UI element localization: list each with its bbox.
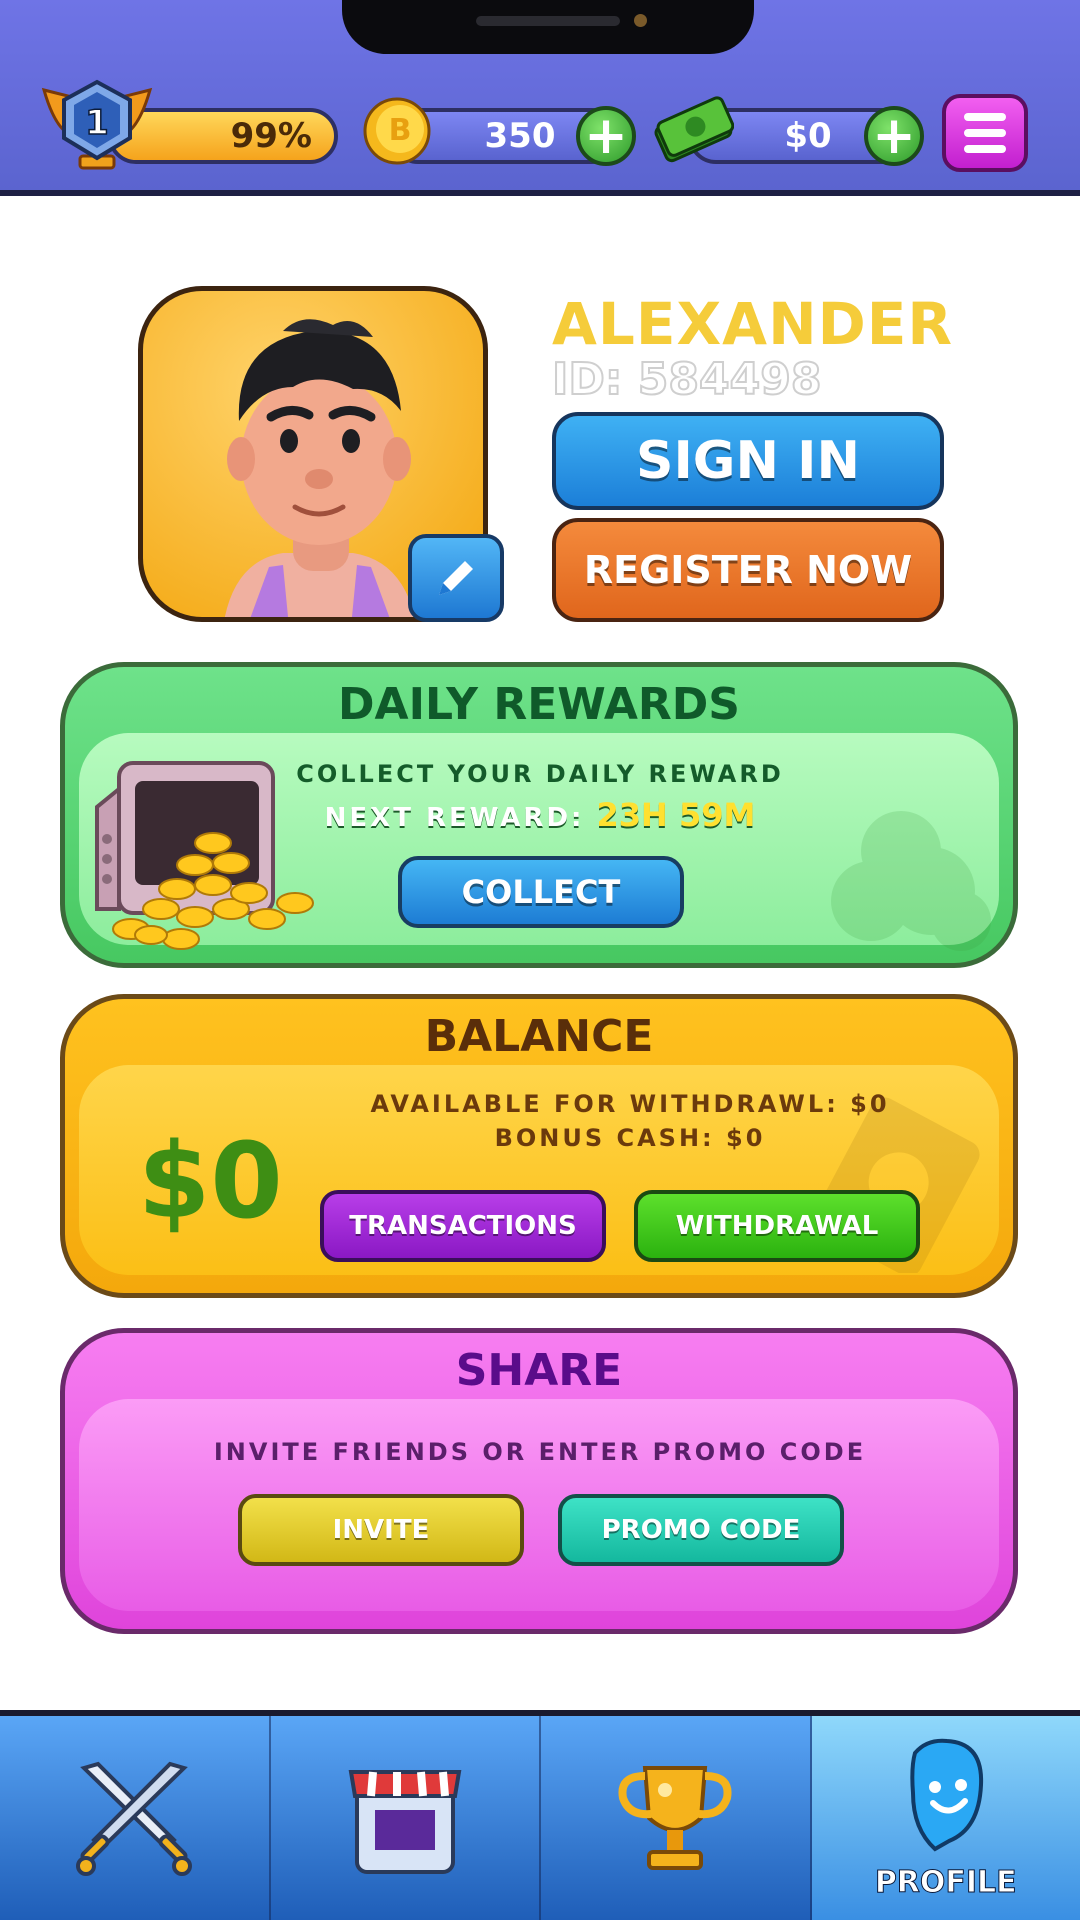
transactions-button[interactable]: TRANSACTIONS [320, 1190, 606, 1262]
trophy-icon [618, 1766, 732, 1870]
bottom-navigation: PROFILE [0, 1710, 1080, 1920]
daily-reward-description: COLLECT YOUR DAILY REWARD [296, 760, 784, 788]
add-cash-button[interactable]: + [864, 106, 924, 166]
collect-button[interactable]: COLLECT [398, 856, 684, 928]
plus-icon: + [584, 106, 628, 166]
nav-battle[interactable] [0, 1716, 271, 1920]
plus-icon: + [872, 106, 916, 166]
level-progress-value: 99% [230, 116, 312, 156]
withdrawal-button[interactable]: WITHDRAWAL [634, 1190, 920, 1262]
menu-button[interactable] [942, 94, 1028, 172]
player-id: ID: 584498 [551, 353, 822, 406]
promo-code-button[interactable]: PROMO CODE [558, 1494, 844, 1566]
invite-button[interactable]: INVITE [238, 1494, 524, 1566]
next-reward-row: NEXT REWARD: 23H 59M [0, 796, 1080, 834]
available-for-withdrawal: AVAILABLE FOR WITHDRAWL: $0 [370, 1090, 890, 1118]
profile-icon [910, 1738, 983, 1852]
svg-text:B: B [389, 113, 412, 148]
next-reward-label: NEXT REWARD: [324, 803, 585, 833]
edit-avatar-button[interactable] [408, 534, 504, 622]
share-card: SHARE [60, 1328, 1018, 1634]
coin-balance-value: 350 [484, 116, 556, 156]
level-number: 1 [85, 103, 109, 143]
shop-icon [348, 1770, 462, 1874]
nav-profile-label: PROFILE [874, 1865, 1017, 1901]
cash-balance-value: $0 [784, 116, 832, 156]
crossed-swords-icon [76, 1761, 193, 1876]
nav-shop[interactable] [271, 1716, 541, 1920]
bonus-cash: BONUS CASH: $0 [494, 1124, 766, 1152]
top-bar: 99% 1 350 B + $0 + [0, 0, 1080, 196]
share-title: SHARE [455, 1345, 623, 1396]
player-name: ALEXANDER [552, 290, 954, 358]
next-reward-timer: 23H 59M [596, 796, 756, 834]
sign-in-button[interactable]: SIGN IN [552, 412, 944, 510]
trophy-level-badge-icon[interactable]: 1 [36, 76, 158, 174]
phone-notch [342, 0, 754, 54]
notch-camera [634, 14, 647, 27]
balance-title: BALANCE [424, 1011, 654, 1062]
add-coins-button[interactable]: + [576, 106, 636, 166]
coin-safe-icon [95, 761, 314, 950]
hamburger-icon [964, 113, 1006, 121]
notch-speaker [476, 16, 620, 26]
daily-rewards-title: DAILY REWARDS [338, 679, 740, 730]
share-description: INVITE FRIENDS OR ENTER PROMO CODE [213, 1438, 867, 1466]
gold-coin-icon: B [362, 96, 432, 166]
nav-leaderboard[interactable] [541, 1716, 812, 1920]
cash-stack-icon [652, 90, 735, 172]
register-now-button[interactable]: REGISTER NOW [552, 518, 944, 622]
pencil-icon [439, 561, 473, 595]
nav-profile[interactable]: PROFILE [811, 1716, 1080, 1920]
